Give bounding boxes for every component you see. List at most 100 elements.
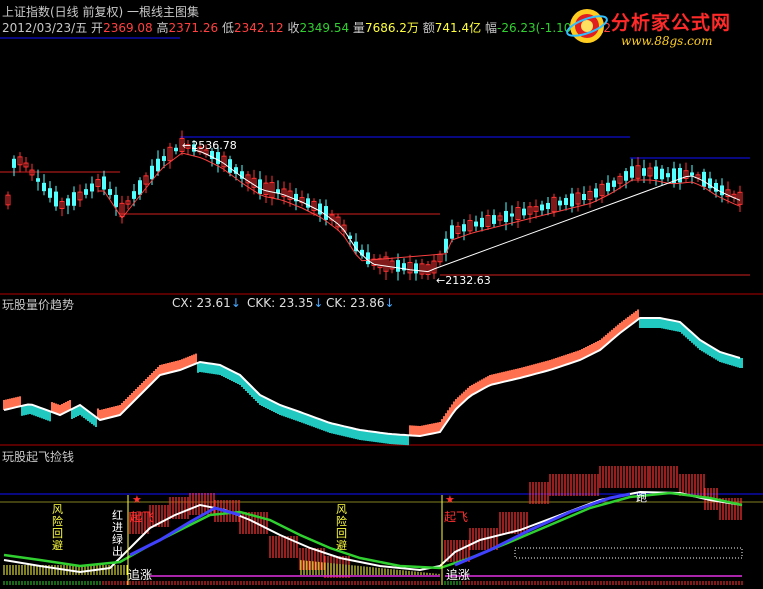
candle-body-down: [522, 208, 526, 216]
date-text: 2012/03/23/五: [2, 21, 88, 35]
candle-body-down: [174, 147, 178, 152]
brand-url: www.88gs.com: [621, 34, 713, 48]
open-value: 2369.08: [103, 21, 153, 35]
candle-body-down: [666, 173, 670, 178]
candle-body-down: [540, 204, 544, 211]
candle-body-down: [306, 198, 310, 208]
candle-body-down: [150, 165, 154, 180]
candle-body-down: [114, 194, 118, 208]
candle-body-down: [564, 198, 568, 205]
low-label: 低: [221, 21, 234, 35]
candle-body-down: [546, 202, 550, 210]
dotted-band: [514, 547, 743, 559]
ck-readout: CK: 23.86↓: [326, 296, 395, 310]
candle-body-down: [702, 171, 706, 187]
candle-body-down: [414, 263, 418, 274]
zhuizhang-label-1: 追涨: [128, 568, 153, 582]
candle-body-down: [138, 180, 142, 195]
candle-body-down: [594, 188, 598, 198]
candlestick-series: [5, 130, 743, 281]
chart-canvas: ←2536.78 ←2132.63 ★ ★: [0, 37, 763, 585]
high-value: 2371.26: [168, 21, 219, 35]
candle-body-down: [606, 182, 610, 192]
candle-body-down: [642, 168, 646, 176]
candle-body-down: [510, 213, 514, 217]
candle-body-down: [474, 221, 478, 227]
candle-body-down: [324, 206, 328, 220]
down-arrow-icon: ↓: [384, 296, 395, 310]
candle-body-down: [654, 166, 658, 180]
change-label: 幅: [484, 21, 497, 35]
candle-body-down: [36, 178, 40, 182]
candle-body-down: [690, 172, 694, 176]
risk-avoid-label-1: 风险回避: [52, 503, 63, 552]
brand-title: 分析家公式网: [611, 12, 732, 34]
hongjin-label: 红进绿出: [112, 509, 123, 558]
candle-body-down: [216, 152, 220, 164]
candle-body-down: [90, 183, 94, 192]
candle-body-down: [228, 159, 232, 173]
candle-body-down: [162, 156, 166, 161]
candle-body-down: [612, 180, 616, 187]
high-price-label: ←2536.78: [182, 139, 237, 152]
risk-avoid-label-2: 风险回避: [336, 503, 347, 552]
star-icon: ★: [132, 493, 142, 506]
candle-body-down: [84, 189, 88, 195]
candle-body-down: [12, 158, 16, 168]
candle-body-down: [48, 188, 52, 198]
candle-body-down: [630, 166, 634, 178]
candle-body-down: [366, 252, 370, 265]
candle-body-down: [624, 171, 628, 181]
trend-panel-title: 玩股量价趋势: [2, 298, 75, 312]
trend-indicator-panel: [3, 309, 743, 446]
candle-body-down: [66, 198, 70, 206]
high-label: 高: [156, 21, 169, 35]
qifei-label-2: 起飞: [444, 510, 469, 524]
candle-body-down: [54, 191, 58, 207]
candle-body-down: [660, 168, 664, 180]
qifei-panel-title: 玩股起飞捡钱: [2, 450, 75, 464]
candle-body-down: [582, 193, 586, 201]
down-arrow-icon: ↓: [313, 296, 324, 310]
ckk-value: CKK: 23.35: [247, 296, 314, 310]
volume-value: 7686.2万: [364, 21, 419, 35]
candle-body-down: [108, 189, 112, 195]
cx-readout: CX: 23.61↓: [172, 296, 241, 310]
candle-body-down: [72, 192, 76, 206]
candle-body-down: [42, 182, 46, 192]
open-label: 开: [91, 21, 104, 35]
zhuizhang-label-2: 追涨: [446, 568, 471, 582]
volume-label: 量: [352, 21, 365, 35]
trend-line-white: [3, 317, 741, 438]
ck-value: CK: 23.86: [326, 296, 385, 310]
candle-body-down: [504, 210, 508, 223]
close-value: 2349.54: [299, 21, 350, 35]
candle-body-down: [558, 200, 562, 206]
candle-body-down: [396, 260, 400, 272]
candle-body-down: [450, 225, 454, 239]
cx-value: CX: 23.61: [172, 296, 231, 310]
candle-body-down: [570, 193, 574, 207]
candle-body-down: [132, 191, 136, 199]
candle-body-down: [258, 179, 262, 195]
globe-icon: [566, 9, 608, 43]
low-price-label: ←2132.63: [436, 274, 491, 287]
candle-body-down: [678, 168, 682, 183]
ckk-readout: CKK: 23.35↓: [247, 296, 323, 310]
candle-body-down: [102, 176, 106, 190]
candle-body-down: [720, 185, 724, 196]
candle-body-down: [462, 224, 466, 232]
ohlc-info-bar: 2012/03/23/五 开2369.08 高2371.26 低2342.12 …: [2, 19, 611, 36]
low-value: 2342.12: [234, 21, 284, 35]
brand-logo: 分析家公式网 www.88gs.com: [563, 2, 759, 54]
close-label: 收: [287, 21, 300, 35]
star-icon: ★: [445, 493, 455, 506]
chart-title: 上证指数(日线 前复权) 一根线主图集: [2, 5, 199, 19]
amount-label: 额: [422, 21, 435, 35]
amount-value: 741.4亿: [434, 21, 482, 35]
candle-body-down: [318, 203, 322, 215]
candle-body-down: [156, 158, 160, 172]
pao-label: 跑: [636, 491, 647, 504]
candle-body-down: [480, 217, 484, 228]
trend-line-white: [193, 149, 741, 273]
